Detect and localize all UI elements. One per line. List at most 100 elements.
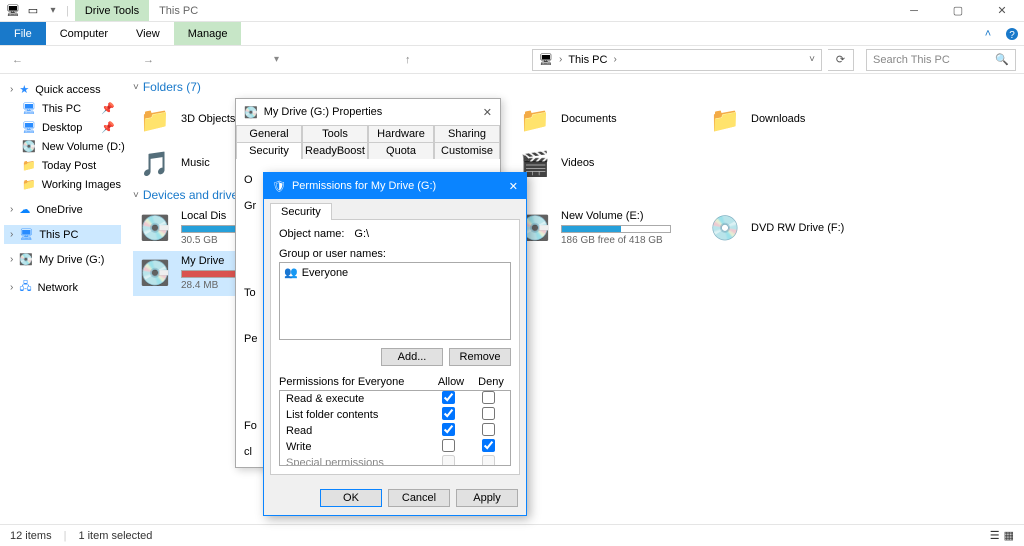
ribbon-manage[interactable]: Manage — [174, 22, 242, 45]
folder-videos[interactable]: 🎬Videos — [513, 142, 703, 186]
nav-desktop[interactable]: 🖥Desktop📌 — [4, 118, 121, 137]
allow-special — [442, 455, 455, 466]
title-bar: 🖥 ▭ ▾ | Drive Tools This PC ─ ▢ ✕ — [0, 0, 1024, 22]
deny-read-execute[interactable] — [482, 391, 495, 404]
perm-read: Read — [282, 424, 428, 438]
ribbon-computer[interactable]: Computer — [46, 22, 122, 45]
maximize-button[interactable]: ▢ — [936, 0, 980, 21]
permissions-for-label: Permissions for Everyone — [279, 376, 431, 388]
properties-close-icon[interactable]: ✕ — [483, 106, 492, 119]
breadcrumb-location[interactable]: This PC — [568, 54, 607, 66]
perm-list-folder: List folder contents — [282, 408, 428, 422]
permissions-title: Permissions for My Drive (G:) — [292, 180, 436, 192]
perm-write: Write — [282, 440, 428, 454]
nav-up-icon[interactable]: ↑ — [401, 54, 526, 66]
cancel-button[interactable]: Cancel — [388, 489, 450, 507]
tab-customise[interactable]: Customise — [434, 142, 500, 159]
refresh-icon[interactable]: ⟳ — [828, 49, 854, 71]
nav-history-icon[interactable]: ▾ — [270, 54, 395, 65]
nav-today-post[interactable]: 📁Today Post — [4, 156, 121, 175]
users-icon: 👥 — [284, 266, 298, 279]
allow-write[interactable] — [442, 439, 455, 452]
search-input[interactable]: Search This PC 🔍 — [866, 49, 1016, 71]
nav-pane: ›★Quick access 🖥This PC📌 🖥Desktop📌 💽New … — [0, 74, 125, 524]
drive-icon: 💽 — [244, 106, 258, 119]
remove-button[interactable]: Remove — [449, 348, 511, 366]
ok-button[interactable]: OK — [320, 489, 382, 507]
nav-onedrive[interactable]: ›☁OneDrive — [4, 200, 121, 219]
nav-forward-icon[interactable]: → — [139, 54, 264, 66]
allow-read-execute[interactable] — [442, 391, 455, 404]
apply-button[interactable]: Apply — [456, 489, 518, 507]
status-selected: 1 item selected — [78, 530, 152, 542]
breadcrumb[interactable]: 🖥 › This PC › ˅ — [532, 49, 822, 71]
drive-dvd-f[interactable]: 💿DVD RW Drive (F:) — [703, 206, 893, 251]
permissions-dialog: 🛡 Permissions for My Drive (G:) ✕ Securi… — [263, 172, 527, 516]
section-folders[interactable]: ˅Folders (7) — [133, 80, 1016, 94]
ribbon-collapse-icon[interactable]: ˄ — [976, 22, 1000, 45]
contextual-tab-drive-tools: Drive Tools — [75, 0, 149, 21]
svg-text:?: ? — [1009, 30, 1015, 41]
tab-security[interactable]: Security — [236, 142, 302, 159]
perm-read-execute: Read & execute — [282, 392, 428, 406]
tab-tools[interactable]: Tools — [302, 125, 368, 142]
app-icon: 🖥 — [6, 4, 20, 18]
group-everyone[interactable]: 👥Everyone — [282, 265, 508, 280]
object-name-label: Object name: — [279, 228, 344, 240]
nav-my-drive[interactable]: ›💽My Drive (G:) — [4, 250, 121, 269]
nav-this-pc-pin[interactable]: 🖥This PC📌 — [4, 99, 121, 118]
qat-dropdown-icon[interactable]: ▾ — [46, 4, 60, 18]
search-placeholder: Search This PC — [873, 54, 950, 66]
allow-read[interactable] — [442, 423, 455, 436]
close-button[interactable]: ✕ — [980, 0, 1024, 21]
folder-downloads[interactable]: 📁Downloads — [703, 98, 893, 142]
address-bar: ← → ▾ ↑ 🖥 › This PC › ˅ ⟳ Search This PC… — [0, 46, 1024, 74]
permissions-close-icon[interactable]: ✕ — [509, 180, 518, 193]
help-icon[interactable]: ? — [1000, 22, 1024, 45]
view-details-icon[interactable]: ☰ — [990, 529, 1000, 542]
minimize-button[interactable]: ─ — [892, 0, 936, 21]
nav-network[interactable]: ›🖧Network — [4, 275, 121, 300]
properties-tabs: General Tools Hardware Sharing Security … — [236, 125, 500, 159]
status-item-count: 12 items — [10, 530, 52, 542]
nav-this-pc[interactable]: ›🖥This PC — [4, 225, 121, 244]
deny-special — [482, 455, 495, 466]
pc-icon: 🖥 — [539, 53, 553, 66]
qat-props-icon[interactable]: ▭ — [26, 4, 40, 18]
deny-write[interactable] — [482, 439, 495, 452]
groups-listbox[interactable]: 👥Everyone — [279, 262, 511, 340]
tab-quota[interactable]: Quota — [368, 142, 434, 159]
properties-title: My Drive (G:) Properties — [264, 106, 383, 118]
ribbon-file[interactable]: File — [0, 22, 46, 45]
nav-quick-access[interactable]: ›★Quick access — [4, 80, 121, 99]
allow-header: Allow — [431, 376, 471, 388]
quick-access-toolbar: 🖥 ▭ ▾ | — [0, 0, 75, 21]
ribbon-view[interactable]: View — [122, 22, 174, 45]
permissions-tab-security[interactable]: Security — [270, 203, 332, 220]
shield-icon: 🛡 — [272, 180, 286, 193]
add-button[interactable]: Add... — [381, 348, 443, 366]
deny-read[interactable] — [482, 423, 495, 436]
tab-sharing[interactable]: Sharing — [434, 125, 500, 142]
deny-header: Deny — [471, 376, 511, 388]
status-bar: 12 items | 1 item selected ☰ ▦ — [0, 524, 1024, 546]
object-name-value: G:\ — [354, 228, 369, 240]
search-icon: 🔍 — [995, 53, 1009, 66]
deny-list-folder[interactable] — [482, 407, 495, 420]
permissions-list[interactable]: Read & execute List folder contents Read… — [279, 390, 511, 466]
groups-label: Group or user names: — [279, 248, 511, 260]
allow-list-folder[interactable] — [442, 407, 455, 420]
drive-newvol-e[interactable]: 💽New Volume (E:)186 GB free of 418 GB — [513, 206, 703, 251]
folder-documents[interactable]: 📁Documents — [513, 98, 703, 142]
tab-readyboost[interactable]: ReadyBoost — [302, 142, 368, 159]
tab-hardware[interactable]: Hardware — [368, 125, 434, 142]
ribbon-tabs: File Computer View Manage ˄ ? — [0, 22, 1024, 46]
nav-working-images[interactable]: 📁Working Images — [4, 175, 121, 194]
nav-back-icon[interactable]: ← — [8, 54, 133, 66]
window-title: This PC — [149, 0, 208, 21]
perm-special: Special permissions — [282, 456, 428, 466]
breadcrumb-dropdown-icon[interactable]: ˅ — [809, 54, 815, 65]
nav-newvol-d[interactable]: 💽New Volume (D:) — [4, 137, 121, 156]
view-tiles-icon[interactable]: ▦ — [1004, 529, 1014, 542]
tab-general[interactable]: General — [236, 125, 302, 142]
